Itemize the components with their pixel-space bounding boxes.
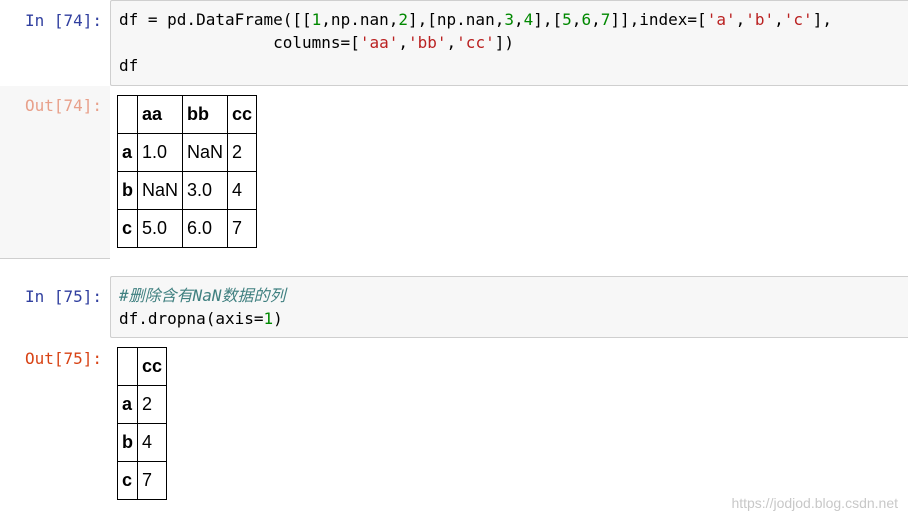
column-header-cell: bb — [182, 95, 229, 134]
code-token: 4 — [523, 10, 534, 29]
row-index-cell: a — [117, 133, 138, 172]
input-prompt-75: In [75]: — [24, 287, 102, 306]
code-line: df — [119, 54, 908, 77]
code-line: df = pd.DataFrame([[1,np.nan,2],[np.nan,… — [119, 8, 908, 31]
table-cell: 6.0 — [182, 209, 229, 248]
table-row: c 5.0 6.0 7 — [117, 209, 258, 248]
code-line: columns=['aa','bb','cc']) — [119, 31, 908, 54]
code-line: #删除含有NaN数据的列 — [119, 284, 908, 307]
row-index-cell: c — [117, 461, 138, 500]
table-cell: 4 — [227, 171, 258, 210]
table-cell: 2 — [136, 385, 168, 424]
code-token: 'cc' — [456, 33, 495, 52]
code-token: , — [735, 10, 746, 29]
watermark: https://jodjod.blog.csdn.net — [731, 495, 898, 511]
code-token: 6 — [581, 10, 592, 29]
code-token: ) — [273, 309, 283, 328]
code-token: 1 — [311, 10, 322, 29]
code-token: 1 — [263, 309, 274, 328]
column-header-cell: aa — [136, 95, 184, 134]
code-token: , — [446, 33, 457, 52]
table-row: b4 — [117, 423, 168, 462]
column-header-cell: cc — [136, 347, 168, 386]
table-cell: 5.0 — [136, 209, 184, 248]
table-cell: 4 — [136, 423, 168, 462]
table-header-row: cc — [117, 347, 168, 386]
code-token: 'b' — [745, 10, 775, 29]
code-token: 2 — [398, 10, 408, 29]
code-cell-75[interactable]: #删除含有NaN数据的列 df.dropna(axis=1) — [110, 276, 908, 338]
table-cell: NaN — [136, 171, 184, 210]
dataframe-table-74: aa bb cc a 1.0 NaN 2 b NaN 3.0 4 c 5.0 6.0 7 — [117, 95, 258, 248]
code-token: 'a' — [706, 10, 736, 29]
table-cell: 3.0 — [182, 171, 229, 210]
code-token: , — [398, 33, 408, 52]
code-editor-75[interactable]: #删除含有NaN数据的列 df.dropna(axis=1) — [119, 284, 908, 330]
row-index-cell: b — [117, 423, 138, 462]
table-cell: 2 — [227, 133, 258, 172]
row-index-cell: b — [117, 171, 138, 210]
code-token: 5 — [562, 10, 572, 29]
code-token: ],[np.nan, — [408, 10, 505, 29]
table-cell: 7 — [227, 209, 258, 248]
output-prompt-75: Out[75]: — [24, 349, 102, 368]
table-cell: 7 — [136, 461, 168, 500]
code-token: df.dropna(axis= — [119, 309, 264, 328]
table-row: a 1.0 NaN 2 — [117, 133, 258, 172]
code-token: df — [119, 56, 139, 75]
code-token: , — [591, 10, 601, 29]
code-token: columns=[ — [119, 33, 360, 52]
table-row: a2 — [117, 385, 168, 424]
row-index-cell: c — [117, 209, 138, 248]
table-cell: NaN — [182, 133, 229, 172]
code-token: , — [513, 10, 524, 29]
output-prompt-74: Out[74]: — [24, 96, 102, 115]
input-prompt-74: In [74]: — [24, 11, 102, 30]
row-index-cell: a — [117, 385, 138, 424]
code-token: ],[ — [533, 10, 563, 29]
code-token: ,np.nan, — [321, 10, 399, 29]
code-token: ]) — [494, 33, 514, 52]
code-token: df = pd.DataFrame([[ — [119, 10, 312, 29]
column-header-cell: cc — [227, 95, 258, 134]
index-header-cell — [117, 95, 138, 134]
code-token: 3 — [504, 10, 514, 29]
code-editor-74[interactable]: df = pd.DataFrame([[1,np.nan,2],[np.nan,… — [119, 8, 908, 77]
index-header-cell — [117, 347, 138, 386]
code-token: #删除含有NaN数据的列 — [119, 286, 286, 305]
table-row: b NaN 3.0 4 — [117, 171, 258, 210]
code-token: , — [774, 10, 784, 29]
table-row: c7 — [117, 461, 168, 500]
code-line: df.dropna(axis=1) — [119, 307, 908, 330]
table-cell: 1.0 — [136, 133, 184, 172]
code-token: 'bb' — [408, 33, 447, 52]
code-cell-74[interactable]: df = pd.DataFrame([[1,np.nan,2],[np.nan,… — [110, 0, 908, 86]
dataframe-table-75: cc a 2 b 4 c 7 — [117, 347, 168, 500]
code-token: 'c' — [783, 10, 813, 29]
code-token: ], — [812, 10, 832, 29]
code-token: 'aa' — [359, 33, 399, 52]
code-token: , — [571, 10, 582, 29]
code-token: 7 — [600, 10, 611, 29]
code-token: ]],index=[ — [610, 10, 707, 29]
table-header-row: aa bb cc — [117, 95, 258, 134]
